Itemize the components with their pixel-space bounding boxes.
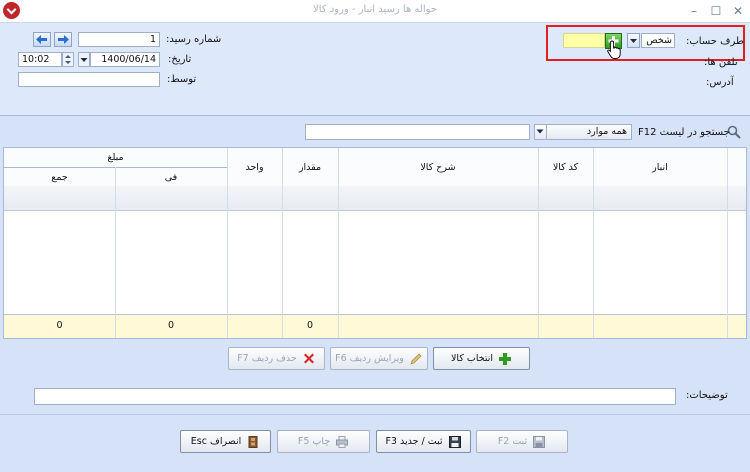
footer-unit-price-total: 0	[167, 320, 175, 331]
notes-label: توضیحات:	[686, 390, 728, 401]
date-label: تاریخ:	[168, 54, 192, 65]
arrow-right-icon	[58, 35, 69, 44]
mouse-cursor-icon	[607, 40, 621, 59]
column-header-description[interactable]: شرح کالا	[338, 162, 538, 173]
account-side-select[interactable]: شخص	[641, 33, 675, 48]
previous-record-button[interactable]	[33, 32, 51, 47]
edit-row-button[interactable]: ویرایش ردیف F6	[330, 347, 428, 370]
column-header-unit-price[interactable]: فی	[115, 172, 227, 183]
save-new-label: ثبت / جدید F3	[385, 436, 443, 447]
address-label: آدرس:	[706, 77, 734, 88]
chevron-down-icon	[80, 58, 88, 62]
printer-icon	[336, 435, 349, 448]
search-scope-select[interactable]: همه موارد	[534, 124, 632, 140]
minimize-button[interactable]: –	[685, 2, 703, 20]
floppy-disk-icon	[533, 435, 546, 448]
pencil-icon	[410, 353, 422, 365]
column-header-amount: مبلغ	[107, 152, 124, 163]
spin-arrows-icon	[65, 55, 71, 64]
footer-total: 0	[56, 320, 63, 331]
select-item-button[interactable]: انتخاب کالا	[433, 347, 530, 370]
chevron-down-icon	[630, 39, 637, 43]
column-header-total[interactable]: جمع	[4, 172, 115, 183]
print-label: چاپ F5	[297, 436, 331, 447]
search-scope-dropdown-button[interactable]	[534, 124, 547, 140]
cancel-label: انصراف Esc	[190, 436, 242, 447]
items-grid[interactable]: انبار کد کالا شرح کالا مقدار واحد مبلغ ف…	[3, 147, 747, 339]
by-label: توسط:	[167, 74, 197, 85]
search-input[interactable]	[305, 124, 530, 140]
time-field[interactable]: 10:02	[18, 52, 62, 67]
column-header-warehouse[interactable]: انبار	[593, 162, 727, 173]
window-title: حواله ها رسید انبار - ورود کالا	[313, 4, 437, 15]
floppy-disk-icon	[448, 435, 461, 448]
cancel-button[interactable]: انصراف Esc	[180, 430, 271, 453]
close-button[interactable]: ✕	[729, 2, 747, 20]
next-record-button[interactable]	[54, 32, 72, 47]
chevron-down-icon	[536, 129, 544, 134]
print-button[interactable]: چاپ F5	[277, 430, 370, 453]
save-button[interactable]: ثبت F2	[476, 430, 568, 453]
footer-quantity-total: 0	[306, 320, 314, 331]
account-side-label: طرف حساب:	[686, 36, 744, 47]
receipt-number-label: شماره رسید:	[166, 34, 222, 45]
by-field[interactable]	[18, 72, 160, 87]
delete-x-icon	[303, 353, 314, 363]
delete-row-button[interactable]: حذف ردیف F7	[228, 347, 325, 370]
exit-door-icon	[248, 435, 258, 448]
plus-icon	[499, 352, 511, 365]
column-header-quantity[interactable]: مقدار	[282, 162, 338, 173]
delete-row-label: حذف ردیف F7	[237, 353, 297, 364]
save-new-button[interactable]: ثبت / جدید F3	[376, 430, 471, 453]
select-item-label: انتخاب کالا	[451, 353, 493, 364]
date-field[interactable]: 1400/06/14	[90, 52, 160, 67]
maximize-button[interactable]: ☐	[707, 2, 725, 20]
column-header-unit[interactable]: واحد	[227, 162, 282, 173]
arrow-left-icon	[36, 35, 47, 44]
phone-label: تلفن ها:	[704, 57, 738, 68]
receipt-number-field[interactable]: 1	[78, 32, 160, 47]
save-label: ثبت F2	[497, 436, 528, 447]
time-spinner[interactable]	[62, 52, 74, 67]
account-side-dropdown-button[interactable]	[627, 33, 640, 48]
date-picker-button[interactable]	[78, 52, 90, 67]
app-logo-icon	[3, 2, 20, 19]
edit-row-label: ویرایش ردیف F6	[335, 353, 404, 364]
notes-input[interactable]	[34, 388, 676, 405]
account-code-field[interactable]	[563, 33, 605, 48]
search-label: جستجو در لیست F12	[638, 127, 730, 138]
column-header-code[interactable]: کد کالا	[538, 162, 593, 173]
title-bar: حواله ها رسید انبار - ورود کالا – ☐ ✕	[0, 0, 750, 23]
